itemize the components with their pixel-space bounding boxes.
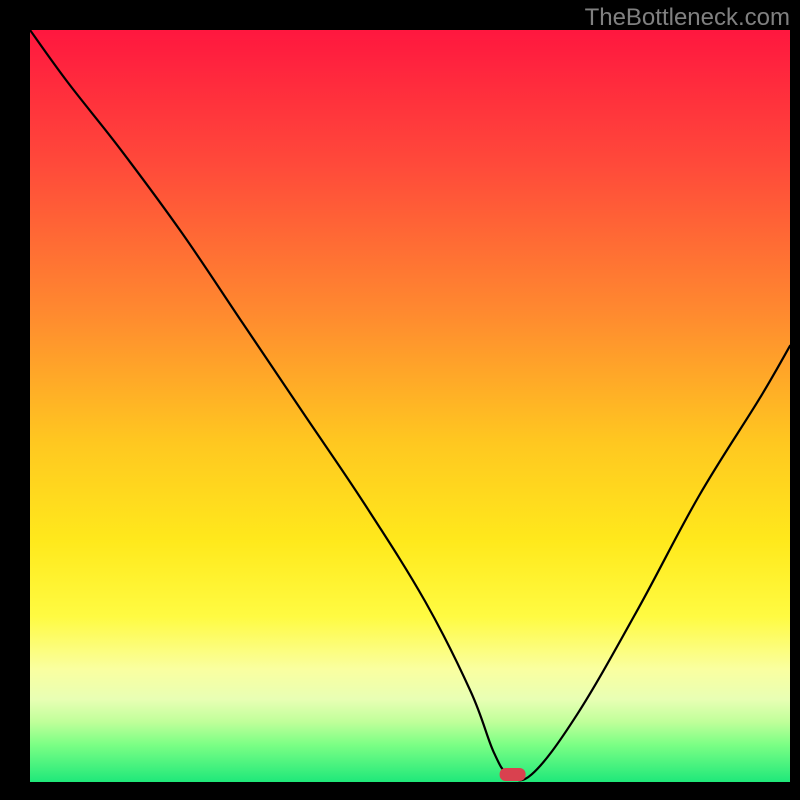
bottleneck-chart xyxy=(0,0,800,800)
optimal-marker xyxy=(500,768,526,781)
watermark-text: TheBottleneck.com xyxy=(585,4,790,32)
chart-container: TheBottleneck.com xyxy=(0,0,800,800)
plot-background xyxy=(30,30,790,782)
